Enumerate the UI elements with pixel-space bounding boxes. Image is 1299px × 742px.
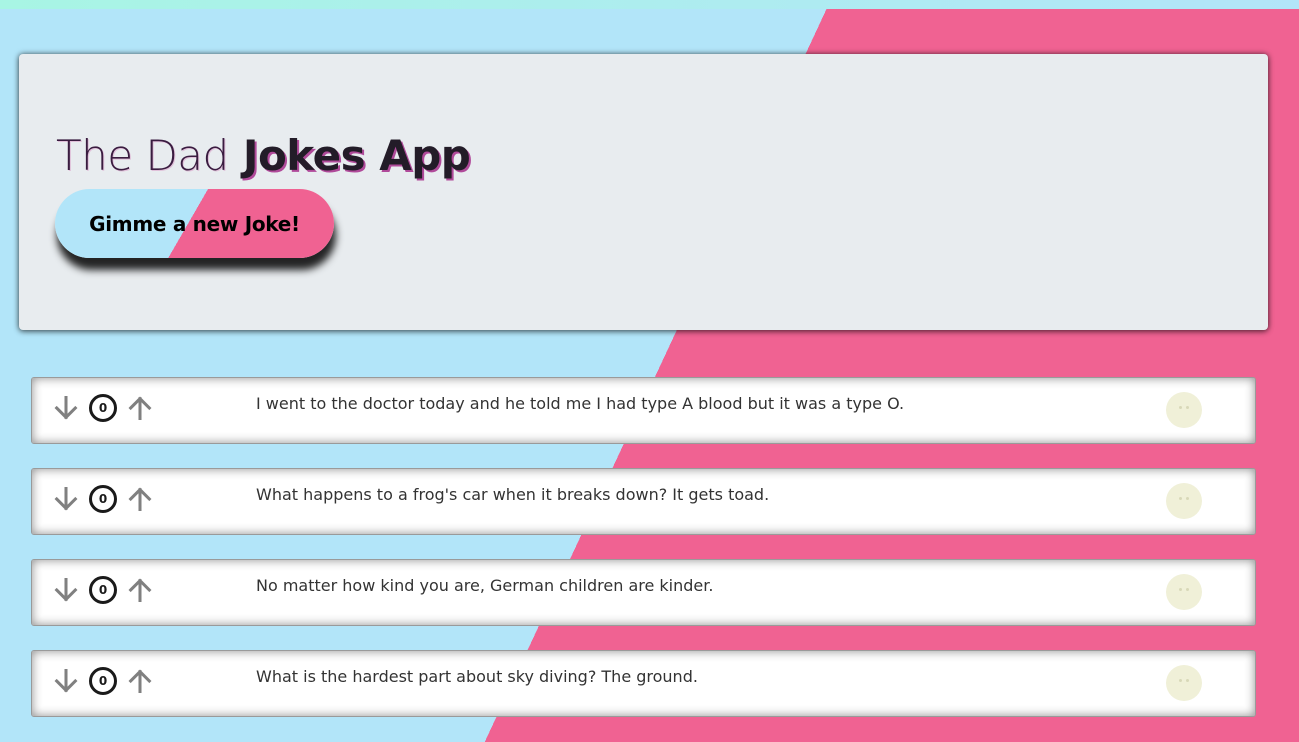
- downvote-arrow-down-icon[interactable]: [52, 667, 80, 695]
- upvote-arrow-up-icon[interactable]: [126, 394, 154, 422]
- vote-score: 0: [89, 394, 117, 422]
- joke-item: 0 What is the hardest part about sky div…: [31, 650, 1256, 717]
- top-accent-strip: [0, 0, 1299, 9]
- downvote-arrow-down-icon[interactable]: [52, 394, 80, 422]
- joke-text: I went to the doctor today and he told m…: [256, 394, 905, 413]
- downvote-arrow-down-icon[interactable]: [52, 576, 80, 604]
- page-title-light: The Dad: [56, 131, 229, 180]
- upvote-arrow-up-icon[interactable]: [126, 667, 154, 695]
- downvote-arrow-down-icon[interactable]: [52, 485, 80, 513]
- vote-score: 0: [89, 485, 117, 513]
- joke-text: What is the hardest part about sky divin…: [256, 667, 698, 686]
- neutral-face-icon: [1166, 483, 1202, 519]
- vote-score: 0: [89, 576, 117, 604]
- upvote-arrow-up-icon[interactable]: [126, 485, 154, 513]
- joke-item: 0 What happens to a frog's car when it b…: [31, 468, 1256, 535]
- upvote-arrow-up-icon[interactable]: [126, 576, 154, 604]
- page-title: The Dad Jokes App: [56, 127, 471, 185]
- joke-text: No matter how kind you are, German child…: [256, 576, 714, 595]
- joke-item: 0 I went to the doctor today and he told…: [31, 377, 1256, 444]
- neutral-face-icon: [1166, 665, 1202, 701]
- vote-score: 0: [89, 667, 117, 695]
- neutral-face-icon: [1166, 392, 1202, 428]
- joke-list: 0 I went to the doctor today and he told…: [31, 377, 1256, 741]
- new-joke-button[interactable]: Gimme a new Joke!: [55, 189, 334, 258]
- joke-item: 0 No matter how kind you are, German chi…: [31, 559, 1256, 626]
- joke-text: What happens to a frog's car when it bre…: [256, 485, 770, 504]
- page-title-bold: Jokes App: [242, 131, 471, 180]
- neutral-face-icon: [1166, 574, 1202, 610]
